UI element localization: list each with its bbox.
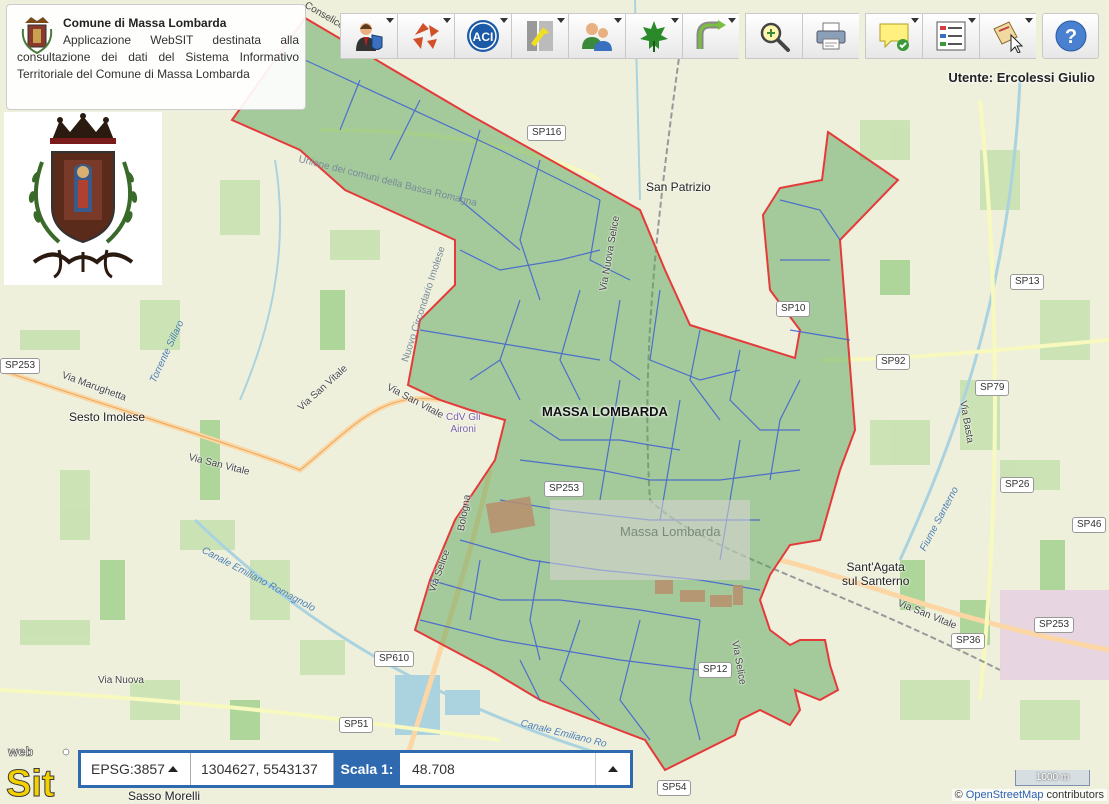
attribution: © OpenStreetMap contributors [951, 789, 1107, 801]
road-shield: SP54 [657, 780, 692, 796]
municipality-label: MASSA LOMBARDA [542, 404, 668, 419]
road-shield: SP610 [374, 651, 415, 667]
svg-text:ACI: ACI [473, 30, 494, 44]
coat-of-arms-icon [28, 113, 138, 279]
svg-text:?: ? [1064, 26, 1076, 48]
user-label: Utente: Ercolessi Giulio [948, 70, 1095, 85]
route-button[interactable] [682, 13, 739, 59]
menu-caret-icon [500, 18, 508, 23]
menu-caret-icon [911, 18, 919, 23]
zoom-search-icon [760, 22, 790, 52]
town-label-santagata: Sant'Agata sul Santerno [842, 560, 910, 588]
menu-caret-icon [443, 18, 451, 23]
svg-text:web: web [7, 744, 33, 759]
status-bar: EPSG:3857 1304627, 5543137 Scala 1: 48.7… [78, 750, 633, 788]
help-button[interactable]: ? [1042, 13, 1099, 59]
town-label-san-patrizio: San Patrizio [646, 180, 711, 194]
map-base [0, 0, 1109, 804]
svg-text:Sit: Sit [6, 763, 55, 800]
users-group-button[interactable] [568, 13, 625, 59]
websit-logo-icon: web Sit [6, 744, 70, 800]
legend-icon [936, 21, 966, 51]
menu-caret-icon [968, 18, 976, 23]
osm-link[interactable]: OpenStreetMap [966, 789, 1044, 801]
coordinates-display: 1304627, 5543137 [191, 753, 334, 785]
menu-caret-icon [671, 18, 679, 23]
legend-button[interactable] [922, 13, 979, 59]
info-panel: Comune di Massa Lombarda Applicazione We… [6, 4, 306, 110]
srs-select[interactable]: EPSG:3857 [81, 753, 191, 785]
road-shield: SP13 [1010, 274, 1045, 290]
cadastre-icon [413, 23, 439, 49]
srs-value: EPSG:3857 [91, 761, 165, 777]
scale-dropdown-button[interactable] [596, 753, 630, 785]
road-shield: SP116 [527, 125, 567, 141]
town-label-sasso-morelli: Sasso Morelli [128, 789, 201, 803]
road-shield: SP253 [544, 481, 585, 497]
menu-caret-icon [557, 18, 565, 23]
copyright-symbol: © [954, 789, 963, 801]
roads-button[interactable] [511, 13, 568, 59]
scale-input[interactable]: 48.708 [400, 753, 596, 785]
road-shield: SP253 [1034, 617, 1075, 633]
menu-caret-icon [614, 18, 622, 23]
scale-label: Scala 1: [334, 753, 400, 785]
user-admin-button[interactable] [340, 13, 397, 59]
app-description: Applicazione WebSIT destinata alla consu… [17, 33, 299, 81]
chevron-up-icon [167, 766, 178, 772]
chevron-up-icon [608, 766, 618, 772]
menu-caret-icon [1025, 18, 1033, 23]
poi-label-cdv: CdV Gli Aironi [446, 412, 481, 435]
road-name: Via Nuova [98, 675, 144, 686]
cadastre-button[interactable] [397, 13, 454, 59]
road-shield: SP12 [698, 662, 733, 678]
main-toolbar: ACI ? [340, 13, 1099, 59]
road-shield: SP79 [975, 380, 1010, 396]
route-icon [696, 20, 726, 49]
road-shield: SP51 [339, 717, 374, 733]
print-button[interactable] [802, 13, 859, 59]
menu-caret-icon [386, 18, 394, 23]
road-shield: SP10 [776, 301, 811, 317]
coat-of-arms-panel [4, 112, 162, 285]
road-shield: SP26 [1000, 477, 1035, 493]
map-canvas[interactable]: MASSA LOMBARDA Massa Lombarda San Patriz… [0, 0, 1109, 804]
menu-caret-icon [728, 18, 736, 23]
aci-icon: ACI [467, 20, 499, 52]
users-group-icon [582, 23, 612, 51]
road-shield: SP46 [1072, 517, 1107, 533]
note-icon [879, 23, 909, 51]
leaf-icon [640, 21, 668, 52]
aci-button[interactable]: ACI [454, 13, 511, 59]
select-icon [993, 21, 1024, 53]
zoom-search-button[interactable] [745, 13, 802, 59]
print-icon [816, 22, 846, 50]
road-shield: SP36 [951, 633, 986, 649]
road-shield: SP253 [0, 358, 41, 374]
roads-icon [527, 21, 553, 51]
attribution-suffix: contributors [1046, 789, 1104, 801]
app-title: Comune di Massa Lombarda [63, 16, 227, 30]
note-button[interactable] [865, 13, 922, 59]
town-label-massa: Massa Lombarda [620, 524, 721, 539]
road-shield: SP92 [876, 354, 911, 370]
town-label-sesto-imolese: Sesto Imolese [69, 410, 146, 424]
scale-bar: 1000 m [1015, 770, 1090, 786]
vegetation-button[interactable] [625, 13, 682, 59]
help-icon: ? [1055, 20, 1086, 52]
user-admin-icon [356, 23, 383, 51]
select-button[interactable] [979, 13, 1036, 59]
